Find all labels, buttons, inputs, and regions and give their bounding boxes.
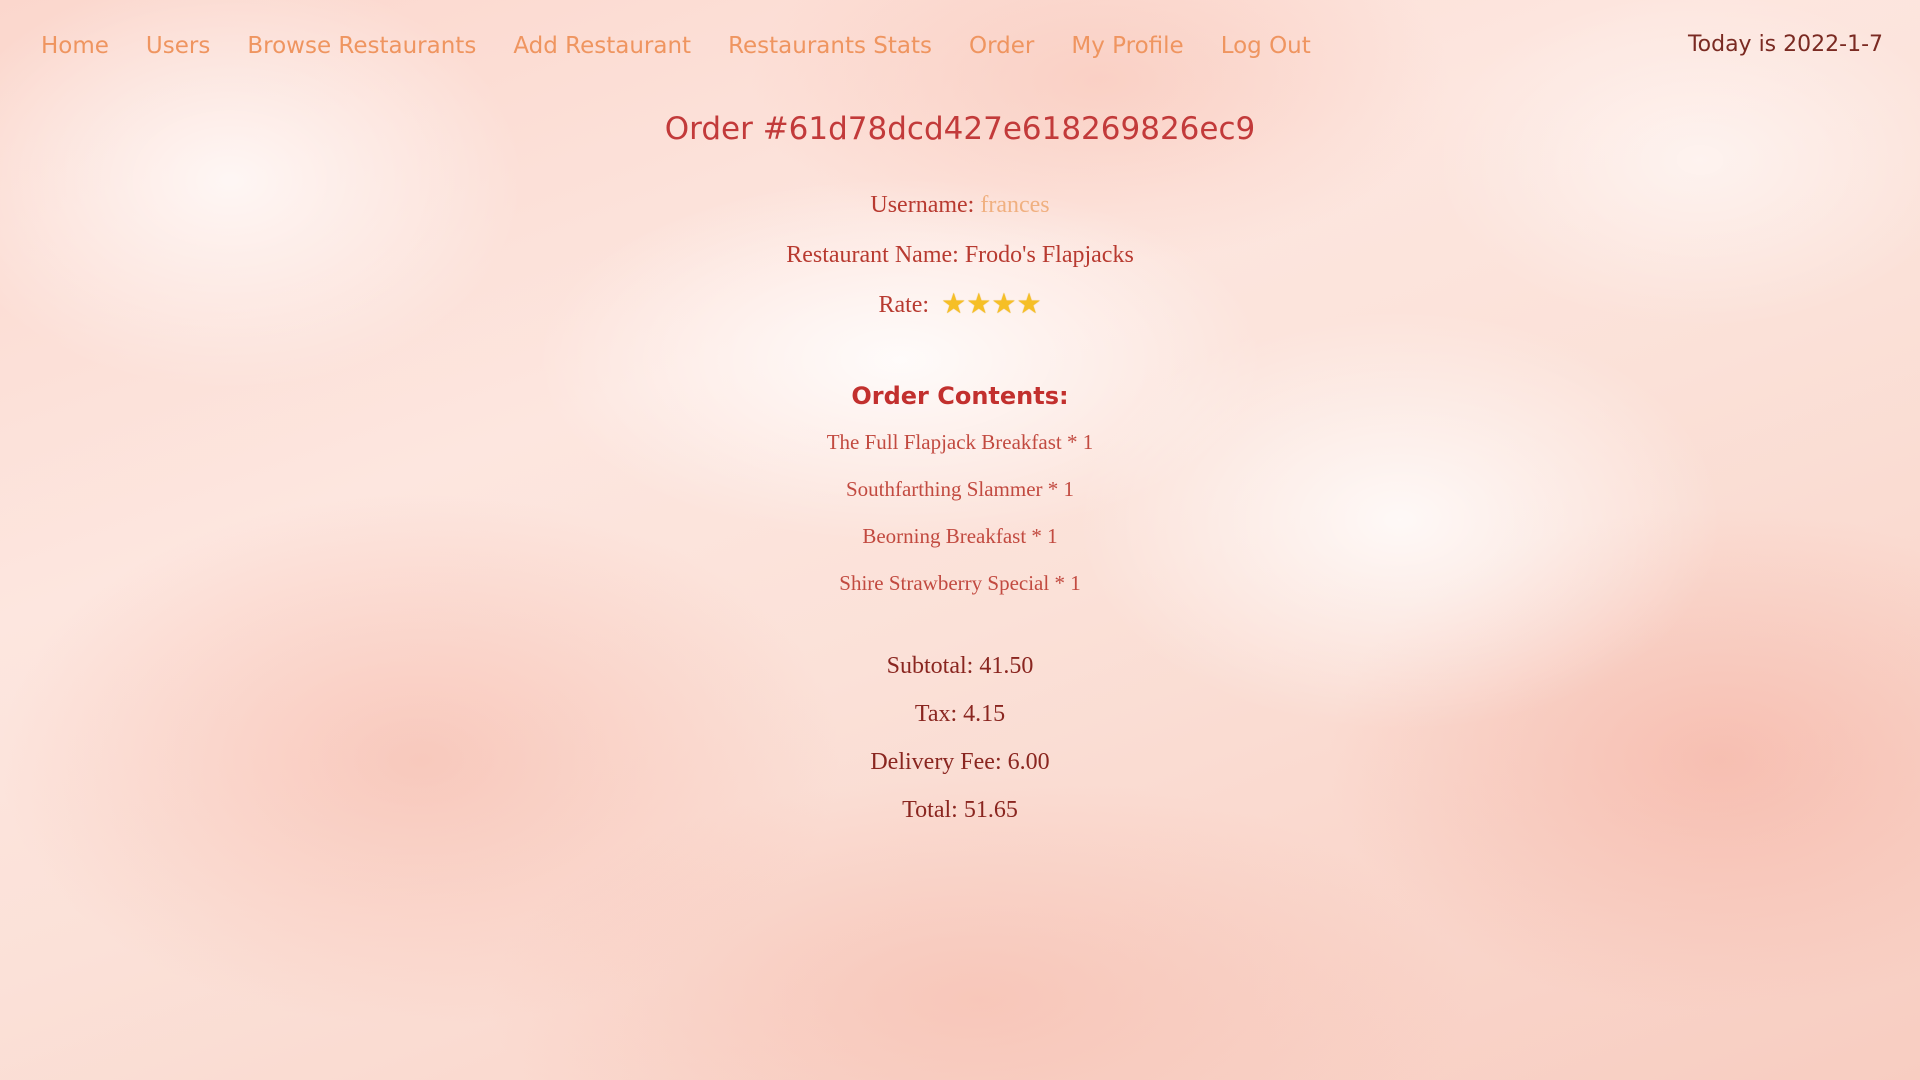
list-item: The Full Flapjack Breakfast * 1 [826, 430, 1094, 455]
restaurant-label: Restaurant Name: [786, 242, 965, 268]
nav-link-home[interactable]: Home [41, 28, 109, 64]
nav-link-restaurants-stats[interactable]: Restaurants Stats [728, 28, 932, 64]
top-nav: Home Users Browse Restaurants Add Restau… [0, 0, 1920, 90]
list-item: Beorning Breakfast * 1 [862, 524, 1058, 549]
list-item: Shire Strawberry Special * 1 [839, 571, 1081, 596]
star-icon: ★ [941, 287, 967, 321]
nav-links: Home Users Browse Restaurants Add Restau… [41, 28, 1348, 64]
nav-link-users[interactable]: Users [146, 28, 210, 64]
username-value: frances [980, 192, 1050, 218]
list-item: Southfarthing Slammer * 1 [845, 477, 1075, 502]
tax: Tax: 4.15 [914, 701, 1006, 728]
nav-link-order[interactable]: Order [969, 28, 1034, 64]
rate-label: Rate: [878, 292, 936, 318]
restaurant-row: Restaurant Name: Frodo's Flapjacks [0, 238, 1920, 272]
nav-link-add-restaurant[interactable]: Add Restaurant [513, 28, 691, 64]
subtotal: Subtotal: 41.50 [886, 653, 1034, 680]
total: Total: 51.65 [902, 797, 1018, 824]
order-contents-title: Order Contents: [851, 382, 1069, 411]
today-date: Today is 2022-1-7 [1687, 32, 1883, 57]
star-icon: ★ [1016, 287, 1042, 321]
order-detail: Order #61d78dcd427e618269826ec9 Username… [0, 100, 1920, 842]
nav-link-log-out[interactable]: Log Out [1221, 28, 1311, 64]
rate-row: Rate: ★★★★ [0, 288, 1920, 323]
nav-link-my-profile[interactable]: My Profile [1071, 28, 1183, 64]
delivery-fee: Delivery Fee: 6.00 [870, 749, 1050, 776]
username-row: Username: frances [0, 188, 1920, 222]
username-label: Username: [870, 192, 981, 218]
star-icon: ★ [966, 287, 992, 321]
nav-link-browse-restaurants[interactable]: Browse Restaurants [247, 28, 476, 64]
star-rating: ★★★★ [941, 289, 1041, 323]
star-icon: ★ [991, 287, 1017, 321]
order-totals: Subtotal: 41.50 Tax: 4.15 Delivery Fee: … [0, 650, 1920, 826]
order-contents-list: The Full Flapjack Breakfast * 1 Southfar… [0, 427, 1920, 598]
page-title: Order #61d78dcd427e618269826ec9 [664, 111, 1256, 147]
restaurant-value: Frodo's Flapjacks [964, 242, 1134, 268]
